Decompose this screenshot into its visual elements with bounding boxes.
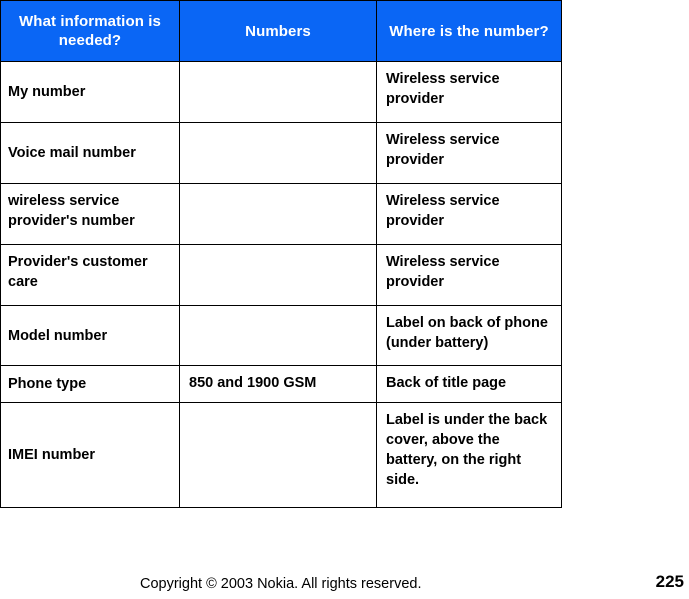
cell-info-my-number: My number (0, 61, 180, 123)
table-row: Model number Label on back of phone (und… (0, 305, 562, 366)
cell-where-wireless-service-providers-number: Wireless service provider (376, 183, 562, 245)
copyright-notice: Copyright © 2003 Nokia. All rights reser… (140, 576, 422, 592)
column-header-numbers: Numbers (179, 0, 377, 62)
cell-where-imei-number: Label is under the back cover, above the… (376, 402, 562, 508)
table-header-row: What information is needed? Numbers Wher… (0, 0, 562, 62)
cell-where-my-number: Wireless service provider (376, 61, 562, 123)
table-body: My number Wireless service provider Voic… (0, 61, 562, 508)
cell-number-providers-customer-care (179, 244, 377, 306)
cell-info-model-number: Model number (0, 305, 180, 366)
table-row: Provider's customer care Wireless servic… (0, 244, 562, 306)
cell-info-providers-customer-care: Provider's customer care (0, 244, 180, 306)
cell-info-phone-type: Phone type (0, 365, 180, 403)
cell-where-model-number: Label on back of phone (under battery) (376, 305, 562, 366)
column-header-what-information-is-needed: What information is needed? (0, 0, 180, 62)
cell-number-model-number (179, 305, 377, 366)
cell-info-imei-number: IMEI number (0, 402, 180, 508)
cell-where-voice-mail-number: Wireless service provider (376, 122, 562, 184)
page-number: 225 (655, 572, 684, 591)
cell-info-voice-mail-number: Voice mail number (0, 122, 180, 184)
phone-information-table: What information is needed? Numbers Wher… (0, 0, 562, 508)
cell-number-my-number (179, 61, 377, 123)
table-row: My number Wireless service provider (0, 61, 562, 123)
cell-number-phone-type: 850 and 1900 GSM (179, 365, 377, 403)
cell-number-voice-mail-number (179, 122, 377, 184)
column-header-where-is-the-number: Where is the number? (376, 0, 562, 62)
cell-where-providers-customer-care: Wireless service provider (376, 244, 562, 306)
cell-number-wireless-service-providers-number (179, 183, 377, 245)
table-row: Phone type 850 and 1900 GSM Back of titl… (0, 365, 562, 403)
cell-where-phone-type: Back of title page (376, 365, 562, 403)
table-row: IMEI number Label is under the back cove… (0, 402, 562, 508)
table-row: wireless service provider's number Wirel… (0, 183, 562, 245)
table-header: What information is needed? Numbers Wher… (0, 0, 562, 62)
cell-info-wireless-service-providers-number: wireless service provider's number (0, 183, 180, 245)
table-row: Voice mail number Wireless service provi… (0, 122, 562, 184)
cell-number-imei-number (179, 402, 377, 508)
page-footer: Copyright © 2003 Nokia. All rights reser… (0, 572, 689, 599)
